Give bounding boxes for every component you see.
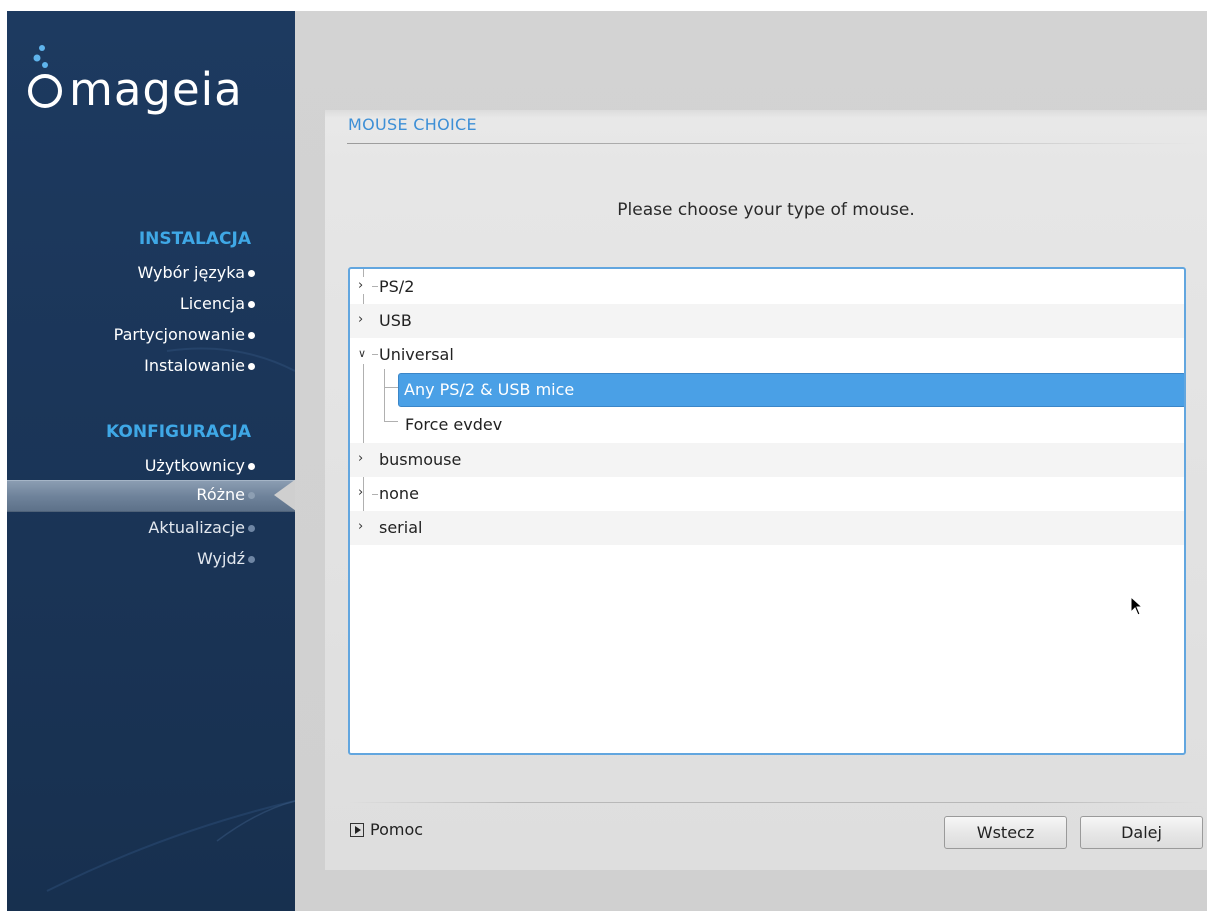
tree-item-none[interactable]: › none — [350, 477, 1184, 511]
section-title-installation: INSTALACJA — [138, 229, 251, 249]
step-dot-icon — [248, 556, 255, 563]
brand-name: mageia — [69, 63, 243, 116]
sidebar-step-label: Wyjdź — [196, 549, 245, 568]
collapsed-arrow-icon[interactable]: › — [358, 278, 363, 293]
sidebar-step-updates: Aktualizacje — [7, 514, 295, 542]
mouse-type-tree[interactable]: › PS/2 › USB ∨ Universal Any PS/2 & USB … — [348, 267, 1186, 755]
page-title: MOUSE CHOICE — [348, 115, 477, 134]
mageia-logo-icon — [28, 45, 62, 108]
sidebar-step-label: Różne — [196, 485, 245, 504]
tree-item-label: busmouse — [379, 450, 462, 469]
tree-item-serial[interactable]: › serial — [350, 511, 1184, 545]
sidebar-step-installing: Instalowanie — [7, 352, 295, 380]
tree-item-label: Any PS/2 & USB mice — [404, 380, 575, 399]
sidebar-step-partitioning: Partycjonowanie — [7, 321, 295, 349]
section-title-configuration: KONFIGURACJA — [106, 422, 251, 442]
mouse-cursor-icon — [1130, 596, 1144, 616]
active-step-pointer — [274, 479, 295, 511]
step-dot-icon — [248, 463, 255, 470]
collapsed-arrow-icon[interactable]: › — [358, 519, 363, 534]
content-area: MOUSE CHOICE Please choose your type of … — [325, 110, 1207, 870]
tree-item-ps2[interactable]: › PS/2 — [350, 270, 1184, 304]
sidebar-step-label: Instalowanie — [144, 356, 245, 375]
title-divider — [347, 143, 1197, 144]
tree-item-universal[interactable]: ∨ Universal — [350, 338, 1184, 372]
sidebar-step-label: Wybór języka — [137, 263, 245, 282]
sidebar-step-misc: Różne — [7, 479, 295, 512]
tree-item-force-evdev[interactable]: Force evdev — [350, 408, 1184, 442]
sidebar-step-license: Licencja — [7, 290, 295, 318]
tree-item-any-ps2-usb-mice[interactable]: Any PS/2 & USB mice — [398, 373, 1184, 407]
tree-item-usb[interactable]: › USB — [350, 304, 1184, 338]
tree-item-busmouse[interactable]: › busmouse — [350, 443, 1184, 477]
step-dot-icon — [248, 492, 255, 499]
collapsed-arrow-icon[interactable]: › — [358, 312, 363, 327]
step-dot-icon — [248, 363, 255, 370]
sidebar-step-exit: Wyjdź — [7, 545, 295, 573]
sidebar-step-label: Partycjonowanie — [113, 325, 245, 344]
next-button[interactable]: Dalej — [1080, 816, 1203, 849]
collapsed-arrow-icon[interactable]: › — [358, 485, 363, 500]
tree-item-label: Universal — [379, 345, 454, 364]
installer-window: mageia INSTALACJA Wybór języka Licencja … — [7, 11, 1207, 911]
expanded-arrow-icon[interactable]: ∨ — [358, 347, 366, 360]
help-label: Pomoc — [370, 820, 424, 839]
tree-item-label: Force evdev — [405, 415, 503, 434]
help-toggle[interactable]: Pomoc — [350, 820, 423, 842]
tree-item-label: none — [379, 484, 419, 503]
tree-item-label: PS/2 — [379, 277, 415, 296]
sidebar-step-label: Licencja — [179, 294, 245, 313]
help-toggle-icon[interactable] — [350, 823, 364, 837]
step-dot-icon — [248, 301, 255, 308]
collapsed-arrow-icon[interactable]: › — [358, 451, 363, 466]
step-dot-icon — [248, 332, 255, 339]
back-button[interactable]: Wstecz — [944, 816, 1067, 849]
step-dot-icon — [248, 525, 255, 532]
mageia-logo: mageia — [25, 41, 285, 131]
step-dot-icon — [248, 270, 255, 277]
sidebar: mageia INSTALACJA Wybór języka Licencja … — [7, 11, 295, 911]
footer-divider — [348, 802, 1198, 803]
sidebar-step-users: Użytkownicy — [7, 452, 295, 480]
sidebar-step-label: Użytkownicy — [144, 456, 245, 475]
main-panel: MOUSE CHOICE Please choose your type of … — [295, 11, 1207, 911]
prompt-text: Please choose your type of mouse. — [617, 200, 915, 220]
sidebar-step-language: Wybór języka — [7, 259, 295, 287]
tree-guide-line — [384, 387, 398, 388]
tree-item-label: serial — [379, 518, 423, 537]
tree-item-label: USB — [379, 311, 412, 330]
sidebar-step-label: Aktualizacje — [148, 518, 245, 537]
